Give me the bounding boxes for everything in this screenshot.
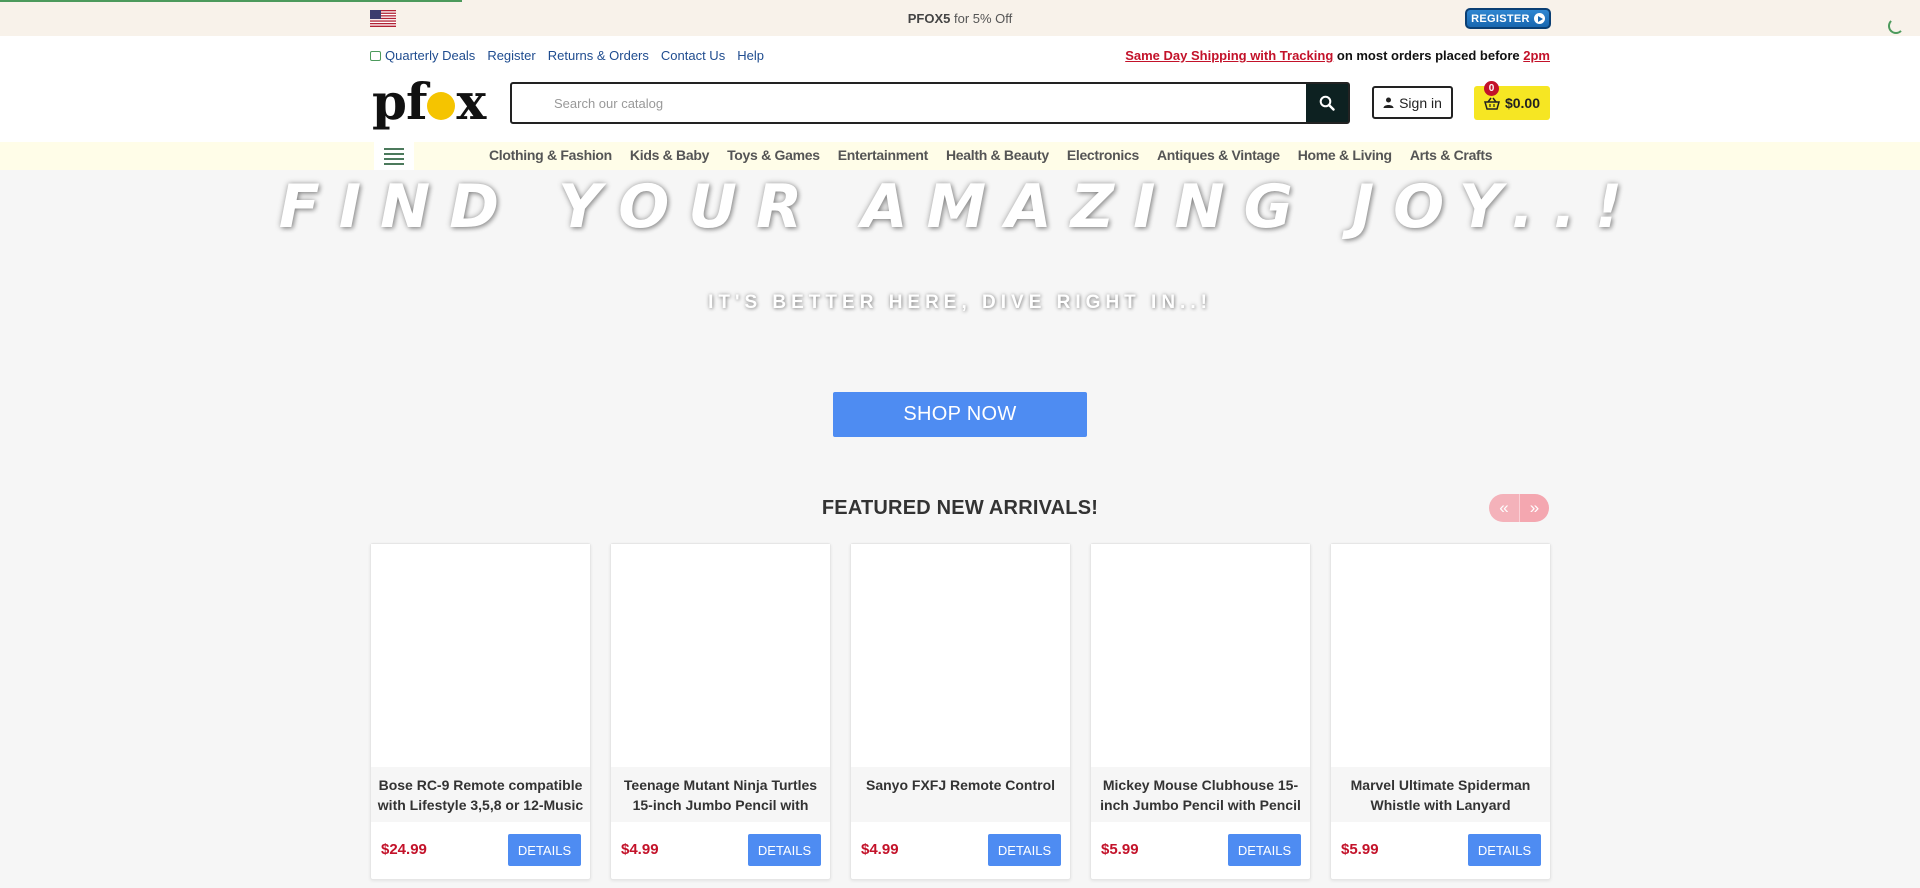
register-link[interactable]: Register — [487, 48, 535, 63]
shop-now-button[interactable]: SHOP NOW — [833, 392, 1087, 437]
category-home-living[interactable]: Home & Living — [1298, 147, 1392, 163]
logo-letter-f: f — [405, 71, 427, 131]
carousel-controls: « » — [1489, 494, 1549, 522]
product-price: $4.99 — [621, 841, 659, 858]
category-nav: Clothing & Fashion Kids & Baby Toys & Ga… — [0, 142, 1920, 170]
cart-button[interactable]: 0 $0.00 — [1474, 81, 1550, 120]
play-icon — [1533, 13, 1545, 24]
logo-yellow-dot — [427, 92, 456, 120]
product-card[interactable]: Marvel Ultimate Spiderman Whistle with L… — [1330, 543, 1551, 880]
product-name[interactable]: Marvel Ultimate Spiderman Whistle with L… — [1331, 767, 1550, 822]
promo-text: for 5% Off — [950, 11, 1013, 26]
hamburger-menu-icon[interactable] — [374, 142, 414, 170]
product-price: $5.99 — [1101, 841, 1139, 858]
quarterly-deals-link[interactable]: Quarterly Deals — [370, 48, 475, 63]
product-price: $5.99 — [1341, 841, 1379, 858]
shipping-cutoff-time[interactable]: 2pm — [1523, 48, 1550, 63]
hero-subtitle: IT'S BETTER HERE, DIVE RIGHT IN..! — [708, 292, 1212, 313]
same-day-shipping-link[interactable]: Same Day Shipping with Tracking — [1125, 48, 1333, 63]
details-button[interactable]: DETAILS — [1228, 834, 1301, 866]
category-electronics[interactable]: Electronics — [1067, 147, 1139, 163]
product-image[interactable] — [611, 544, 830, 767]
category-health-beauty[interactable]: Health & Beauty — [946, 147, 1049, 163]
logo-letter-x: x — [456, 71, 486, 131]
product-name[interactable]: Sanyo FXFJ Remote Control — [851, 767, 1070, 822]
user-icon — [1383, 97, 1394, 108]
category-entertainment[interactable]: Entertainment — [838, 147, 929, 163]
details-button[interactable]: DETAILS — [508, 834, 581, 866]
product-image[interactable] — [851, 544, 1070, 767]
promo-message: PFOX5 for 5% Off — [0, 11, 1920, 26]
logo-letter-p: p — [372, 71, 407, 131]
product-card[interactable]: Sanyo FXFJ Remote Control $4.99 DETAILS — [850, 543, 1071, 880]
details-button[interactable]: DETAILS — [988, 834, 1061, 866]
search-input[interactable] — [512, 84, 1306, 122]
details-button[interactable]: DETAILS — [748, 834, 821, 866]
help-link[interactable]: Help — [737, 48, 764, 63]
menu-line — [384, 157, 404, 160]
loading-spinner-icon — [1888, 18, 1904, 34]
category-arts-crafts[interactable]: Arts & Crafts — [1410, 147, 1493, 163]
menu-line — [384, 162, 404, 165]
search-icon — [1319, 95, 1335, 111]
shipping-notice: Same Day Shipping with Tracking on most … — [1125, 48, 1550, 63]
register-badge-button[interactable]: REGISTER — [1465, 8, 1551, 29]
product-name[interactable]: Mickey Mouse Clubhouse 15-inch Jumbo Pen… — [1091, 767, 1310, 822]
promo-code: PFOX5 — [907, 11, 951, 26]
deals-icon — [370, 50, 381, 61]
product-carousel: Bose RC-9 Remote compatible with Lifesty… — [370, 543, 1551, 880]
product-name[interactable]: Teenage Mutant Ninja Turtles 15-inch Jum… — [611, 767, 830, 822]
category-links: Clothing & Fashion Kids & Baby Toys & Ga… — [489, 147, 1493, 163]
category-antiques-vintage[interactable]: Antiques & Vintage — [1157, 147, 1280, 163]
contact-us-link[interactable]: Contact Us — [661, 48, 725, 63]
menu-line — [384, 152, 404, 155]
promo-bar: PFOX5 for 5% Off REGISTER — [0, 0, 1920, 36]
featured-section-title: FEATURED NEW ARRIVALS! — [821, 497, 1099, 519]
register-badge-label: REGISTER — [1471, 12, 1530, 25]
product-name[interactable]: Bose RC-9 Remote compatible with Lifesty… — [371, 767, 590, 822]
carousel-next-icon[interactable]: » — [1519, 494, 1549, 522]
category-toys-games[interactable]: Toys & Games — [727, 147, 820, 163]
site-header: Quarterly Deals Register Returns & Order… — [0, 36, 1920, 142]
cart-total: $0.00 — [1504, 95, 1541, 111]
returns-orders-link[interactable]: Returns & Orders — [548, 48, 649, 63]
category-clothing-fashion[interactable]: Clothing & Fashion — [489, 147, 612, 163]
pfox-logo[interactable]: pfx — [372, 72, 486, 131]
sign-in-label: Sign in — [1399, 94, 1442, 111]
menu-line — [384, 147, 404, 150]
hero-title: FIND YOUR AMAZING JOY..! — [278, 172, 1642, 242]
quarterly-deals-label: Quarterly Deals — [385, 48, 476, 63]
product-card[interactable]: Bose RC-9 Remote compatible with Lifesty… — [370, 543, 591, 880]
page-loading-bar — [0, 0, 462, 2]
category-kids-baby[interactable]: Kids & Baby — [630, 147, 709, 163]
shipping-middle-text: on most orders placed before — [1333, 48, 1524, 63]
cart-count-badge: 0 — [1484, 81, 1499, 96]
product-card[interactable]: Mickey Mouse Clubhouse 15-inch Jumbo Pen… — [1090, 543, 1311, 880]
product-price: $24.99 — [381, 841, 427, 858]
product-card[interactable]: Teenage Mutant Ninja Turtles 15-inch Jum… — [610, 543, 831, 880]
search-button[interactable] — [1306, 84, 1348, 122]
carousel-prev-icon[interactable]: « — [1489, 494, 1519, 522]
utility-links: Quarterly Deals Register Returns & Order… — [370, 48, 764, 63]
product-image[interactable] — [371, 544, 590, 767]
details-button[interactable]: DETAILS — [1468, 834, 1541, 866]
product-image[interactable] — [1091, 544, 1310, 767]
product-image[interactable] — [1331, 544, 1550, 767]
product-price: $4.99 — [861, 841, 899, 858]
sign-in-button[interactable]: Sign in — [1372, 86, 1453, 119]
basket-icon — [1483, 97, 1500, 110]
search-bar — [510, 82, 1350, 124]
